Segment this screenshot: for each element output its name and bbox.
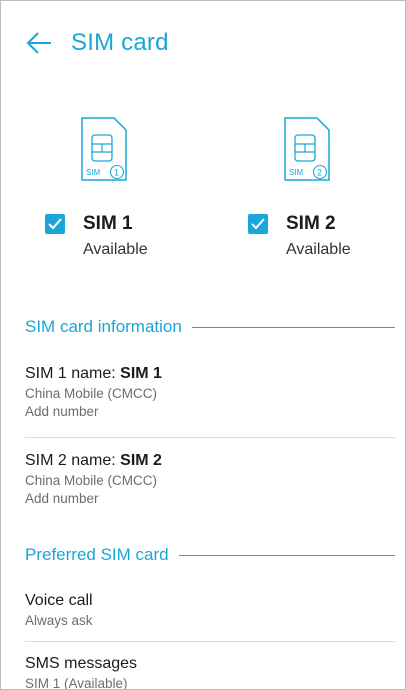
sim-1-checkbox[interactable] bbox=[45, 214, 65, 234]
arrow-left-icon bbox=[26, 32, 51, 54]
sim-2-status: Available bbox=[286, 241, 351, 258]
voice-call-item[interactable]: Voice call Always ask bbox=[25, 592, 395, 628]
checkmark-icon bbox=[48, 218, 62, 230]
sim-1-name: SIM 1 bbox=[83, 213, 133, 234]
app-bar: SIM card bbox=[1, 1, 405, 87]
voice-call-value: Always ask bbox=[25, 613, 93, 628]
section-divider bbox=[191, 326, 395, 328]
sim-2-number: Add number bbox=[25, 491, 99, 506]
svg-text:2: 2 bbox=[317, 168, 322, 178]
sim-2-carrier: China Mobile (CMCC) bbox=[25, 473, 158, 488]
sms-messages-item[interactable]: SMS messages SIM 1 (Available) bbox=[25, 655, 395, 690]
voice-call-label: Voice call bbox=[25, 592, 93, 609]
sms-messages-label: SMS messages bbox=[25, 655, 138, 672]
svg-text:SIM: SIM bbox=[86, 168, 101, 177]
sim-card-2-icon: SIM 2 bbox=[284, 117, 330, 181]
checkmark-icon bbox=[251, 218, 265, 230]
sim-card-settings-screen: SIM card SIM 1 SIM 1 Available SIM 2 SIM… bbox=[0, 0, 406, 690]
section-divider bbox=[178, 554, 395, 556]
section-title: Preferred SIM card bbox=[25, 545, 169, 564]
section-header-preferred-sim: Preferred SIM card bbox=[25, 545, 395, 565]
sim-2-info-item[interactable]: SIM 2 name: SIM 2 China Mobile (CMCC) Ad… bbox=[25, 452, 395, 506]
sim-2-name: SIM 2 bbox=[286, 213, 336, 234]
page-title: SIM card bbox=[71, 29, 169, 56]
sim-1-carrier: China Mobile (CMCC) bbox=[25, 386, 158, 401]
svg-text:SIM: SIM bbox=[289, 168, 304, 177]
svg-text:1: 1 bbox=[114, 168, 119, 178]
sim-card-1-icon: SIM 1 bbox=[81, 117, 127, 181]
list-divider bbox=[25, 437, 395, 438]
list-divider bbox=[25, 641, 395, 642]
sim-2-name-line: SIM 2 name: SIM 2 bbox=[25, 452, 162, 469]
section-header-sim-info: SIM card information bbox=[25, 317, 395, 337]
sim-1-number: Add number bbox=[25, 404, 99, 419]
sim-1-name-line: SIM 1 name: SIM 1 bbox=[25, 365, 162, 382]
sim-2-checkbox[interactable] bbox=[248, 214, 268, 234]
sim-1-checkbox-row[interactable]: SIM 1 bbox=[45, 213, 133, 235]
sim-1-info-item[interactable]: SIM 1 name: SIM 1 China Mobile (CMCC) Ad… bbox=[25, 365, 395, 419]
sms-messages-value: SIM 1 (Available) bbox=[25, 676, 128, 690]
sim-2-checkbox-row[interactable]: SIM 2 bbox=[248, 213, 336, 235]
sim-1-status: Available bbox=[83, 241, 148, 258]
back-button[interactable] bbox=[25, 29, 53, 57]
section-title: SIM card information bbox=[25, 317, 182, 336]
